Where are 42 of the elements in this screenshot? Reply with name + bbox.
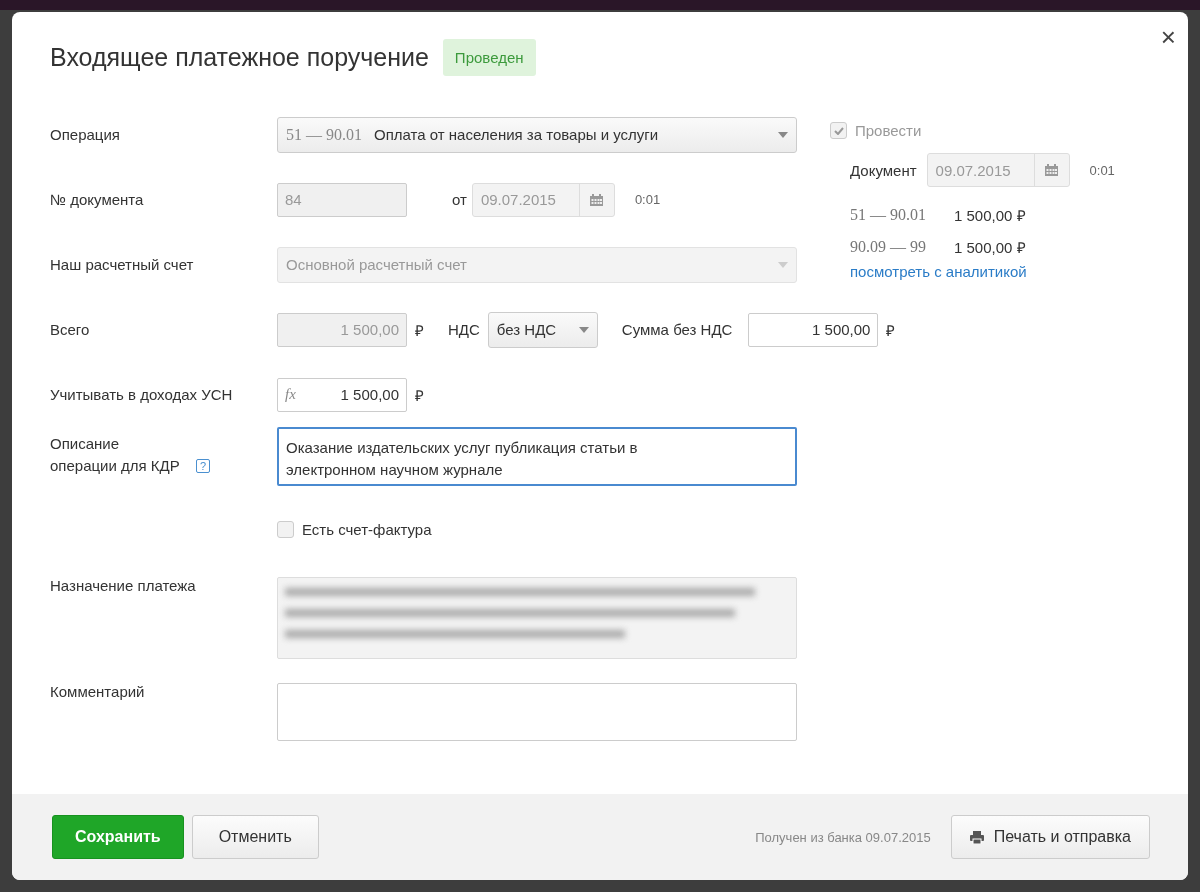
dialog-title: Входящее платежное поручение	[50, 42, 429, 72]
analytics-link[interactable]: посмотреть с аналитикой	[830, 263, 1027, 280]
field-label: Всего	[50, 321, 91, 338]
calendar-icon	[590, 193, 604, 206]
field-label: Документ	[850, 161, 917, 179]
description-field[interactable]: Оказание издательских услуг публикация статьи в электронном научном журнале	[277, 427, 797, 486]
formula-icon: fx	[285, 386, 296, 403]
field-label: от	[452, 191, 467, 208]
invoice-checkbox[interactable]: Есть счет-фактура	[277, 521, 432, 538]
caret-icon	[778, 131, 788, 138]
entry-amount: 1 500,00 ₽	[954, 238, 1026, 257]
received-note: Получен из банка 09.07.2015	[755, 829, 931, 845]
time-text: 0:01	[634, 192, 661, 207]
entry-amount: 1 500,00 ₽	[954, 206, 1026, 225]
field-label: Наш расчетный счет	[50, 256, 195, 273]
printer-icon	[969, 830, 984, 844]
currency-sign: ₽	[415, 320, 424, 340]
print-button[interactable]: Печать и отправка	[950, 815, 1150, 859]
usn-income-field[interactable]: fx 1 500,00	[277, 377, 407, 412]
cancel-button[interactable]: Отменить	[191, 815, 319, 859]
field-label: Сумма без НДС	[621, 321, 733, 338]
field-label: Комментарий	[50, 683, 146, 700]
field-label: Операция	[50, 126, 121, 143]
field-label: НДС	[448, 321, 480, 338]
status-badge: Проведен	[442, 38, 536, 76]
check-icon	[833, 126, 844, 135]
field-label: Учитывать в доходах УСН	[50, 386, 234, 403]
calendar-icon	[1045, 164, 1059, 176]
comment-field[interactable]	[277, 683, 797, 741]
field-label: Назначение платежа	[50, 577, 197, 594]
account-pair: 90.09 — 99	[850, 238, 927, 256]
close-button[interactable]: ×	[1160, 22, 1176, 53]
time-text: 0:01	[1089, 162, 1115, 178]
field-label: № документа	[50, 191, 145, 208]
help-icon[interactable]: ?	[196, 459, 210, 473]
field-label: Описание операции для КДР	[50, 434, 181, 476]
account-pair: 51 — 90.01	[850, 206, 927, 224]
caret-icon	[778, 261, 788, 268]
caret-icon	[578, 326, 589, 333]
operation-select[interactable]: 51 — 90.01 Оплата от населения за товары и услуги	[277, 116, 797, 153]
currency-sign: ₽	[886, 320, 896, 340]
currency-sign: ₽	[415, 385, 424, 405]
